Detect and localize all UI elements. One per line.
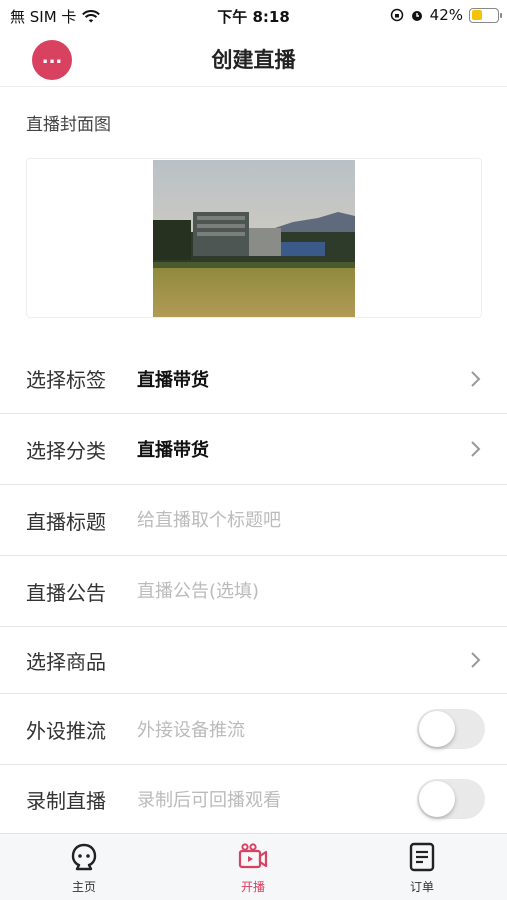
battery-fill: [471, 10, 482, 20]
tag-value: 直播带货: [137, 369, 209, 391]
record-hint: 录制后可回播观看: [137, 790, 281, 811]
external-push-toggle[interactable]: [417, 709, 485, 749]
orientation-lock-icon: [390, 8, 403, 22]
cover-image[interactable]: [153, 160, 355, 317]
alarm-icon: [411, 11, 422, 21]
row-select-category[interactable]: 选择分类 直播带货: [0, 414, 507, 485]
row-select-tag[interactable]: 选择标签 直播带货: [0, 344, 507, 414]
chevron-right-icon: [471, 652, 481, 668]
tab-go-live-label: 开播: [240, 880, 265, 894]
tag-label: 选择标签: [26, 368, 106, 392]
battery-icon: [469, 7, 502, 23]
record-label: 录制直播: [26, 788, 106, 813]
more-button[interactable]: ...: [32, 40, 72, 80]
chevron-right-icon: [471, 370, 481, 387]
row-live-title: 直播标题: [0, 485, 507, 556]
product-label: 选择商品: [26, 649, 106, 674]
row-select-product[interactable]: 选择商品: [0, 627, 507, 694]
external-push-label: 外设推流: [26, 718, 106, 743]
chevron-right-icon: [471, 441, 481, 457]
battery-percent: 42%: [429, 6, 463, 24]
record-toggle[interactable]: [417, 779, 485, 819]
tab-go-live[interactable]: 开播: [203, 842, 303, 895]
cover-upload-area[interactable]: [26, 158, 482, 318]
notice-input[interactable]: [137, 580, 437, 602]
page-title: 创建直播: [211, 48, 296, 72]
video-camera-icon: [238, 843, 268, 869]
toggle-knob: [419, 711, 455, 747]
tab-home[interactable]: 主页: [34, 842, 134, 895]
toggle-knob: [419, 781, 455, 817]
row-record-live: 录制直播 录制后可回播观看: [0, 765, 507, 833]
category-label: 选择分类: [26, 438, 106, 463]
status-bar: 無 SIM 卡 下午 8:18 42%: [0, 0, 507, 30]
category-value: 直播带货: [137, 440, 209, 461]
title-label: 直播标题: [26, 509, 106, 534]
row-live-notice: 直播公告: [0, 556, 507, 627]
title-input[interactable]: [137, 509, 437, 531]
tab-bar: 主页 开播 订单: [0, 833, 507, 900]
status-right: 42%: [390, 6, 502, 24]
row-external-push: 外设推流 外接设备推流: [0, 694, 507, 765]
nav-bar: ... 创建直播: [0, 30, 507, 87]
home-face-icon: [71, 843, 97, 871]
order-document-icon: [409, 842, 435, 872]
tab-orders[interactable]: 订单: [372, 842, 472, 895]
external-push-hint: 外接设备推流: [137, 720, 245, 741]
tab-home-label: 主页: [71, 880, 96, 894]
tab-orders-label: 订单: [409, 880, 434, 894]
cover-label: 直播封面图: [26, 115, 111, 135]
notice-label: 直播公告: [26, 580, 106, 605]
